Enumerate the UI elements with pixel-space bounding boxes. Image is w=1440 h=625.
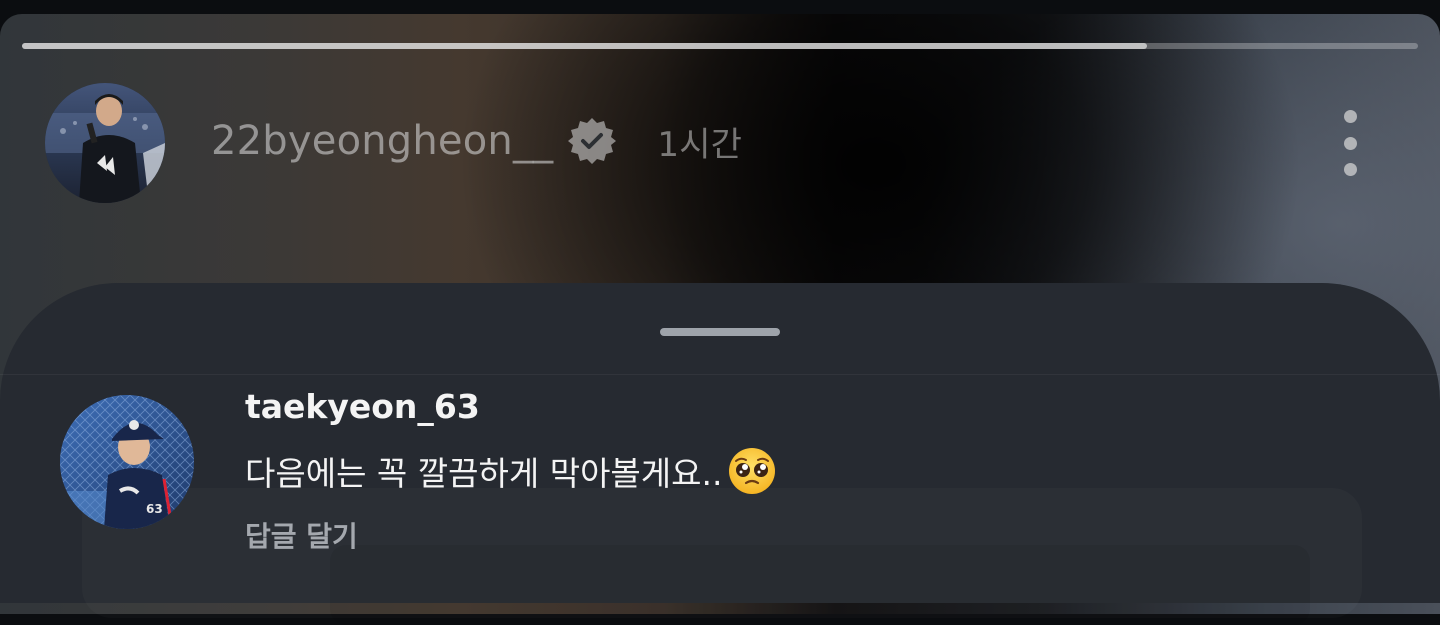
comment-text: 다음에는 꼭 깔끔하게 막아볼게요.. xyxy=(245,454,723,493)
story-author-avatar[interactable] xyxy=(45,83,165,203)
sheet-drag-handle[interactable] xyxy=(660,328,780,336)
more-dot xyxy=(1343,163,1357,176)
more-dot xyxy=(1343,110,1357,123)
more-dot xyxy=(1343,136,1357,150)
story-username[interactable]: 22byeongheon__ xyxy=(211,118,553,164)
reply-button[interactable]: 답글 달기 xyxy=(245,515,358,555)
svg-text:63: 63 xyxy=(146,502,163,516)
commenter-avatar[interactable]: 63 xyxy=(60,395,194,529)
more-vertical-icon[interactable] xyxy=(1330,110,1370,176)
story-progress-fill xyxy=(22,43,1148,49)
comment-body: 다음에는 꼭 깔끔하게 막아볼게요.. xyxy=(245,446,777,496)
pleading-face-emoji xyxy=(727,446,777,496)
sheet-divider xyxy=(0,374,1440,375)
story-progress-bar xyxy=(22,43,1418,49)
story-timestamp: 1시간 xyxy=(657,124,743,165)
commenter-username[interactable]: taekyeon_63 xyxy=(245,387,480,426)
comments-sheet: 63 taekyeon_63 다음에는 꼭 깔끔하게 막아볼게요.. 답글 달기 xyxy=(0,283,1440,625)
verified-badge-icon xyxy=(567,116,617,166)
background-preview-inner xyxy=(330,545,1310,625)
story-header: 22byeongheon__ 1시간 xyxy=(211,112,742,170)
